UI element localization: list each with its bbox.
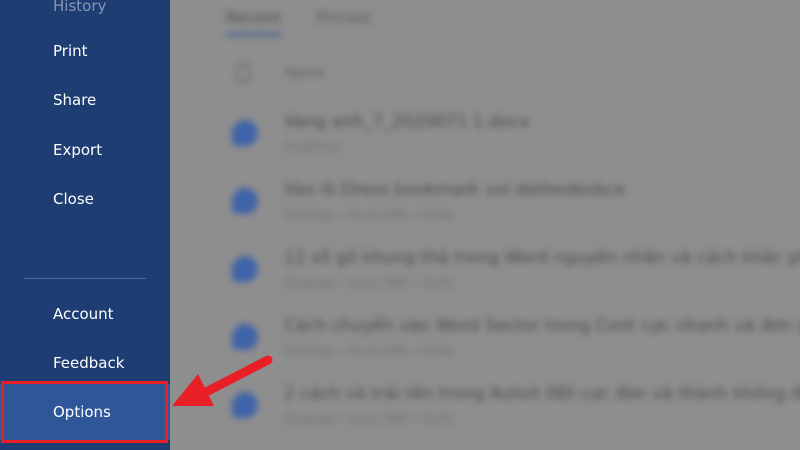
document-tabs: Recent Pinned — [226, 8, 400, 38]
red-arrow-icon — [172, 355, 273, 406]
sidebar-item-account[interactable]: Account — [0, 292, 170, 336]
sidebar-item-history[interactable]: History — [0, 0, 170, 16]
document-row[interactable]: Vang anh_7_2020071 1.docx OneDrive — [226, 108, 800, 168]
document-title: 12 số gõ khung thả trong Word nguyên nhâ… — [284, 248, 800, 268]
word-doc-icon — [232, 120, 258, 146]
word-doc-icon — [232, 256, 258, 282]
document-title: Vao lô Dress bookmark vol dethedesbce — [284, 180, 626, 200]
document-title: 2 cách và trải tên trong Autoit 0ĐI cực … — [284, 384, 800, 404]
backstage-sidebar: History Print Share Export Close Account… — [0, 0, 170, 450]
tab-recent[interactable]: Recent — [226, 8, 282, 36]
sidebar-item-export[interactable]: Export — [0, 128, 170, 172]
file-type-icon[interactable] — [236, 64, 250, 82]
tab-pinned[interactable]: Pinned — [316, 8, 370, 33]
list-header: Name — [226, 58, 800, 99]
sidebar-divider — [24, 278, 146, 279]
document-title: Vang anh_7_2020071 1.docx — [284, 112, 530, 132]
word-doc-icon — [232, 188, 258, 214]
sidebar-item-print[interactable]: Print — [0, 29, 170, 73]
sidebar-item-feedback[interactable]: Feedback — [0, 341, 170, 385]
document-row[interactable]: 12 số gõ khung thả trong Word nguyên nhâ… — [226, 244, 800, 304]
document-row[interactable]: Vao lô Dress bookmark vol dethedesbce De… — [226, 176, 800, 236]
sidebar-item-close[interactable]: Close — [0, 177, 170, 221]
document-path: OneDrive — [284, 140, 341, 154]
column-header-name[interactable]: Name — [286, 66, 324, 81]
document-path: Desktop » Excel DPA » Dullo — [284, 208, 454, 222]
sidebar-item-share[interactable]: Share — [0, 78, 170, 122]
document-path: Desktop » Excel DPA » Dullo — [284, 344, 454, 358]
document-path: Desktop » Excel DPA » Dullo — [284, 412, 454, 426]
document-path: Desktop » Excel DPA » Dullo — [284, 276, 454, 290]
document-title: Cách chuyển vào Word Sector trong Cont c… — [284, 316, 800, 336]
sidebar-item-options[interactable]: Options — [0, 384, 170, 440]
word-doc-icon — [232, 324, 258, 350]
document-row[interactable]: 2 cách và trải tên trong Autoit 0ĐI cực … — [226, 380, 800, 440]
document-row[interactable]: Cách chuyển vào Word Sector trong Cont c… — [226, 312, 800, 372]
